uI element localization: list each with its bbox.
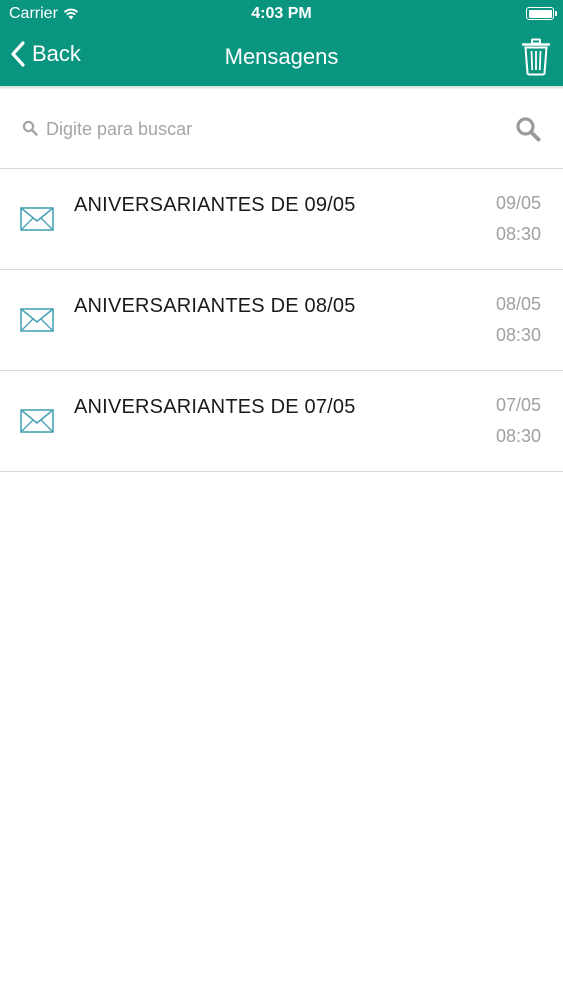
battery-icon xyxy=(526,7,557,20)
message-date: 08/05 xyxy=(495,294,541,314)
trash-icon xyxy=(521,38,551,76)
battery-cap xyxy=(555,11,557,16)
status-bar: Carrier 4:03 PM xyxy=(0,0,563,28)
message-title: ANIVERSARIANTES DE 09/05 xyxy=(74,194,356,216)
message-time: 08:30 xyxy=(495,325,541,345)
list-item[interactable]: ANIVERSARIANTES DE 09/05 09/05 08:30 xyxy=(0,169,563,270)
search-input[interactable] xyxy=(46,114,486,144)
status-time: 4:03 PM xyxy=(251,5,312,22)
message-title: ANIVERSARIANTES DE 07/05 xyxy=(74,396,356,418)
envelope-icon xyxy=(20,207,54,231)
list-item[interactable]: ANIVERSARIANTES DE 07/05 07/05 08:30 xyxy=(0,371,563,472)
search-bar xyxy=(0,90,563,169)
message-date: 09/05 xyxy=(495,193,541,213)
search-icon xyxy=(22,120,38,136)
message-time: 08:30 xyxy=(495,426,541,446)
envelope-icon xyxy=(20,308,54,332)
header: Carrier 4:03 PM Back Mensagens xyxy=(0,0,563,86)
battery-fill xyxy=(528,9,552,18)
search-submit-icon[interactable] xyxy=(515,116,541,142)
message-list: ANIVERSARIANTES DE 09/05 09/05 08:30 ANI… xyxy=(0,169,563,472)
page-title: Mensagens xyxy=(224,44,339,69)
list-item[interactable]: ANIVERSARIANTES DE 08/05 08/05 08:30 xyxy=(0,270,563,371)
delete-button[interactable] xyxy=(521,38,551,76)
messages-screen: Carrier 4:03 PM Back Mensagens Digite pa… xyxy=(0,0,563,1000)
message-title: ANIVERSARIANTES DE 08/05 xyxy=(74,295,356,317)
nav-bar: Back Mensagens xyxy=(0,28,563,86)
message-time: 08:30 xyxy=(495,224,541,244)
envelope-icon xyxy=(20,409,54,433)
message-date: 07/05 xyxy=(495,395,541,415)
